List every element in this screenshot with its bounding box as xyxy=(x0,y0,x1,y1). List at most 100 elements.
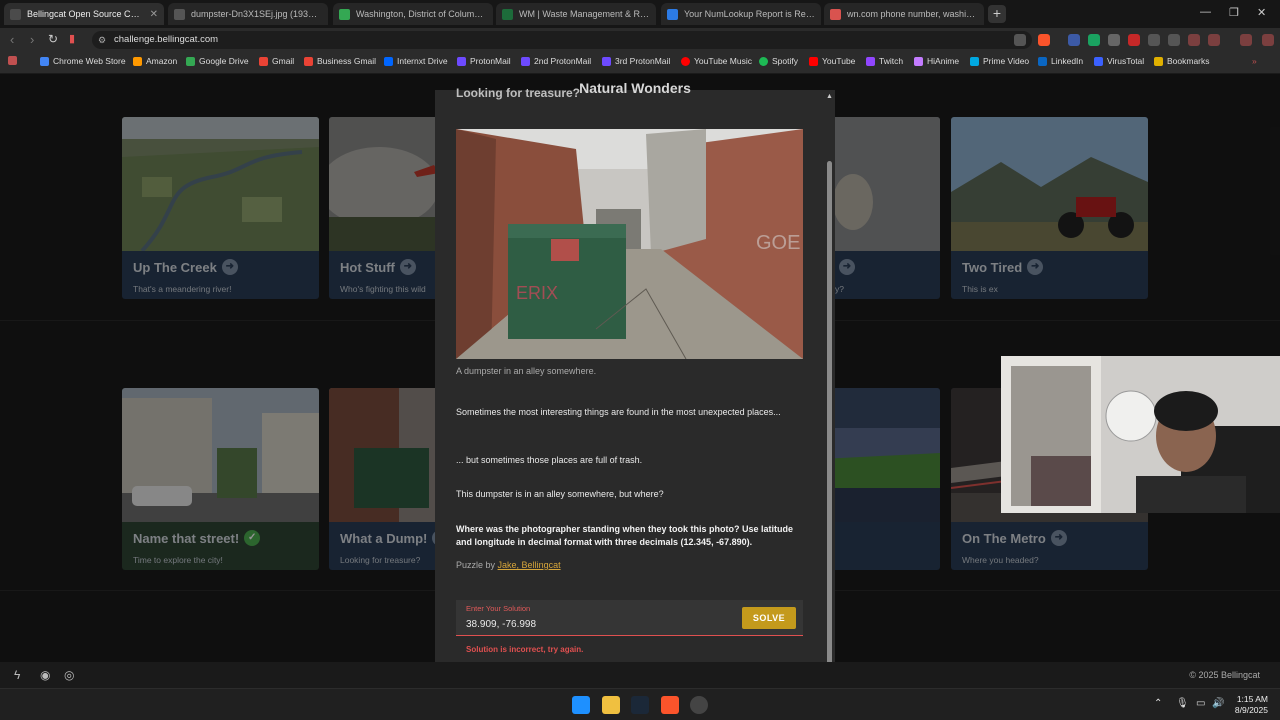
bookmarks-folder[interactable]: Bookmarks xyxy=(1154,56,1210,66)
bookmark-label: Spotify xyxy=(772,56,798,66)
bookmark-google-drive[interactable]: Google Drive xyxy=(186,56,249,66)
bookmark-label: Twitch xyxy=(879,56,904,66)
internxt-icon xyxy=(384,56,393,66)
file-explorer-icon[interactable] xyxy=(602,696,620,714)
bookmark-3rd-protonmail[interactable]: 3rd ProtonMail xyxy=(602,56,670,66)
tab-wn-com[interactable]: wn.com phone number, washington xyxy=(824,3,984,25)
url-text: challenge.bellingcat.com xyxy=(114,34,219,45)
new-tab-button[interactable]: + xyxy=(988,5,1006,23)
menu-icon[interactable] xyxy=(1262,34,1274,46)
extension-icon[interactable] xyxy=(1108,34,1120,46)
bookmark-label: HiAnime xyxy=(927,56,960,66)
bookmark-hianime[interactable]: HiAnime xyxy=(914,56,959,66)
bookmark-amazon[interactable]: Amazon xyxy=(133,56,177,66)
tab-google-maps[interactable]: Washington, District of Columbia - Go xyxy=(333,3,493,25)
bookmark-2nd-protonmail[interactable]: 2nd ProtonMail xyxy=(521,56,591,66)
bookmark-chrome-web-store[interactable]: Chrome Web Store xyxy=(40,56,126,66)
back-icon[interactable]: ‹ xyxy=(10,32,14,47)
flag-extension-icon[interactable] xyxy=(1068,34,1080,46)
discord-icon[interactable]: ◉ xyxy=(40,668,50,682)
windows-start-icon[interactable] xyxy=(572,696,590,714)
minimize-icon[interactable]: — xyxy=(1200,6,1211,18)
bookmark-virustotal[interactable]: VirusTotal xyxy=(1094,56,1144,66)
bookmark-label: Amazon xyxy=(146,56,178,66)
bellingcat-logo-icon[interactable]: ϟ xyxy=(14,668,20,682)
tray-chevron-icon[interactable]: ⌃ xyxy=(1154,698,1162,709)
scrollbar-thumb[interactable] xyxy=(827,161,832,662)
business-gmail-icon xyxy=(304,56,313,66)
site-info-icon[interactable]: ⚙ xyxy=(98,31,106,49)
steam-icon[interactable] xyxy=(631,696,649,714)
scroll-up-icon[interactable]: ▲ xyxy=(826,93,833,100)
tab-waste-management[interactable]: WM | Waste Management & Recycli xyxy=(496,3,656,25)
solve-button[interactable]: SOLVE xyxy=(742,607,796,629)
bookmark-gmail[interactable]: Gmail xyxy=(259,56,294,66)
url-field[interactable]: ⚙ challenge.bellingcat.com xyxy=(92,31,1032,49)
bookmark-linkedin[interactable]: LinkedIn xyxy=(1038,56,1083,66)
share-icon[interactable] xyxy=(1014,34,1026,46)
obs-icon[interactable] xyxy=(690,696,708,714)
network-icon[interactable]: ▭ xyxy=(1196,698,1205,709)
puzzle-extensions-icon[interactable] xyxy=(1188,34,1200,46)
bookmark-youtube[interactable]: YouTube xyxy=(809,56,855,66)
solution-input[interactable] xyxy=(466,617,726,631)
extension-icon[interactable] xyxy=(1128,34,1140,46)
bookmark-label: Chrome Web Store xyxy=(53,56,126,66)
bookmark-prime-video[interactable]: Prime Video xyxy=(970,56,1029,66)
wm-favicon-icon xyxy=(502,8,513,20)
tab-bellingcat[interactable]: Bellingcat Open Source Challenge ✕ xyxy=(4,3,164,25)
close-tab-icon[interactable]: ✕ xyxy=(150,9,158,20)
github-icon[interactable]: ◎ xyxy=(64,668,74,682)
sidebar-icon[interactable] xyxy=(1208,34,1220,46)
prime-video-icon xyxy=(970,56,979,66)
brave-shield-icon[interactable] xyxy=(1038,34,1050,46)
hianime-icon xyxy=(914,56,923,66)
tab-label: WM | Waste Management & Recycli xyxy=(519,9,650,19)
reload-icon[interactable]: ↻ xyxy=(48,32,58,46)
forward-icon[interactable]: › xyxy=(30,32,34,47)
description-paragraph: Sometimes the most interesting things ar… xyxy=(456,407,781,417)
bellingcat-favicon-icon xyxy=(10,8,21,20)
svg-text:ERIX: ERIX xyxy=(516,283,558,303)
gmail-icon xyxy=(259,56,268,66)
challenge-photo: ERIX GOE xyxy=(456,129,803,359)
more-bookmarks-icon[interactable]: » xyxy=(1252,56,1257,66)
brave-browser-icon[interactable] xyxy=(661,696,679,714)
bookmark-protonmail[interactable]: ProtonMail xyxy=(457,56,511,66)
tab-dumpster-image[interactable]: dumpster-Dn3X1SEj.jpg (1931×1280) xyxy=(168,3,328,25)
bookmark-twitch[interactable]: Twitch xyxy=(866,56,903,66)
author-link[interactable]: Jake, Bellingcat xyxy=(498,560,561,570)
vpn-extension-icon[interactable] xyxy=(1088,34,1100,46)
tab-numlookup[interactable]: Your NumLookup Report is Ready! xyxy=(661,3,821,25)
tab-label: dumpster-Dn3X1SEj.jpg (1931×1280) xyxy=(191,9,322,19)
bookmark-youtube-music[interactable]: YouTube Music xyxy=(681,56,752,66)
bookmark-icon[interactable]: ▮ xyxy=(69,32,75,45)
challenge-modal: Looking for treasure? Natural Wonders ER… xyxy=(435,80,835,662)
amazon-icon xyxy=(133,56,142,66)
modal-scrollbar[interactable]: ▲ ▼ xyxy=(825,91,834,662)
volume-icon[interactable]: 🔊 xyxy=(1212,698,1224,709)
system-clock[interactable]: 1:15 AM 8/9/2025 xyxy=(1235,694,1268,716)
extension-icon[interactable] xyxy=(1168,34,1180,46)
clock-date: 8/9/2025 xyxy=(1234,705,1268,715)
close-window-icon[interactable]: ✕ xyxy=(1257,6,1266,19)
microphone-icon[interactable]: 🎙 xyxy=(1176,698,1189,709)
page-footer: ϟ ◉ ◎ © 2025 Bellingcat xyxy=(0,662,1280,688)
apps-grid-icon[interactable] xyxy=(8,56,17,65)
bookmark-label: Prime Video xyxy=(983,56,1030,66)
bookmark-label: ProtonMail xyxy=(470,56,511,66)
linkedin-icon xyxy=(1038,56,1047,66)
wallet-icon[interactable] xyxy=(1240,34,1252,46)
description-paragraph: ... but sometimes those places are full … xyxy=(456,455,643,465)
windows-taskbar: ⌃ 🎙 ▭ 🔊 1:15 AM 8/9/2025 xyxy=(0,688,1280,720)
bookmarks-bar: Chrome Web Store Amazon Google Drive Gma… xyxy=(0,52,1280,74)
clock-time: 1:15 AM xyxy=(1236,694,1268,704)
maximize-icon[interactable]: ❐ xyxy=(1229,6,1239,19)
bookmark-business-gmail[interactable]: Business Gmail xyxy=(304,56,376,66)
extension-icon[interactable] xyxy=(1148,34,1160,46)
protonmail-icon xyxy=(602,56,611,66)
bookmark-spotify[interactable]: Spotify xyxy=(759,56,798,66)
tab-label: Bellingcat Open Source Challenge xyxy=(27,9,144,19)
bookmark-internxt-drive[interactable]: Internxt Drive xyxy=(384,56,448,66)
address-bar-row: ‹ › ↻ ▮ ⚙ challenge.bellingcat.com xyxy=(0,28,1280,52)
